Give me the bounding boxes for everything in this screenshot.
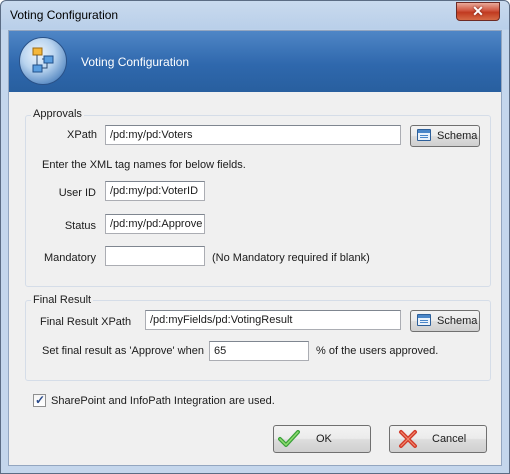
integration-checkbox[interactable]: ✓: [33, 393, 46, 407]
dialog-window: Voting Configuration ✕ Voting Configurat…: [0, 0, 510, 474]
dialog-header: Voting Configuration: [9, 31, 501, 92]
ok-check-icon: [278, 430, 300, 447]
approvals-group-title: Approvals: [31, 108, 84, 120]
workflow-approval-icon: [19, 37, 67, 85]
ok-button[interactable]: OK: [273, 425, 371, 453]
xpath-label: XPath: [67, 129, 97, 141]
approve-percent-input[interactable]: 65: [209, 341, 309, 361]
cancel-button-label: Cancel: [432, 433, 467, 445]
mandatory-label: Mandatory: [44, 252, 96, 264]
cancel-button[interactable]: Cancel: [389, 425, 487, 453]
dialog-client-area: Voting Configuration Approvals XPath /pd…: [8, 30, 502, 466]
instruction-text: Enter the XML tag names for below fields…: [42, 159, 246, 171]
checkmark-icon: ✓: [34, 393, 46, 407]
ok-button-label: OK: [316, 433, 332, 445]
final-result-group-title: Final Result: [31, 294, 94, 306]
mandatory-note: (No Mandatory required if blank): [212, 252, 370, 264]
integration-checkbox-label[interactable]: SharePoint and InfoPath Integration are …: [51, 395, 275, 407]
final-result-xpath-label: Final Result XPath: [40, 316, 132, 328]
title-bar[interactable]: Voting Configuration ✕: [1, 1, 509, 30]
final-result-schema-button[interactable]: Schema: [410, 310, 480, 332]
status-label: Status: [64, 220, 96, 232]
status-input[interactable]: /pd:my/pd:Approve: [105, 214, 205, 234]
window-title: Voting Configuration: [10, 8, 119, 22]
schema-button-label: Schema: [437, 315, 478, 327]
close-icon: ✕: [472, 3, 484, 19]
approvals-schema-button[interactable]: Schema: [410, 125, 480, 147]
xpath-input[interactable]: /pd:my/pd:Voters: [105, 125, 401, 145]
mandatory-input[interactable]: [105, 246, 205, 266]
cancel-x-icon: [399, 430, 417, 448]
schema-icon: [417, 129, 431, 141]
schema-icon: [417, 314, 431, 326]
user-id-label: User ID: [58, 187, 96, 199]
approve-threshold-prefix: Set final result as 'Approve' when: [42, 345, 204, 357]
approve-threshold-suffix: % of the users approved.: [316, 345, 439, 357]
user-id-input[interactable]: /pd:my/pd:VoterID: [105, 181, 205, 201]
header-title: Voting Configuration: [81, 55, 190, 69]
close-button[interactable]: ✕: [456, 2, 500, 21]
schema-button-label: Schema: [437, 130, 478, 142]
final-result-xpath-input[interactable]: /pd:myFields/pd:VotingResult: [145, 310, 401, 330]
